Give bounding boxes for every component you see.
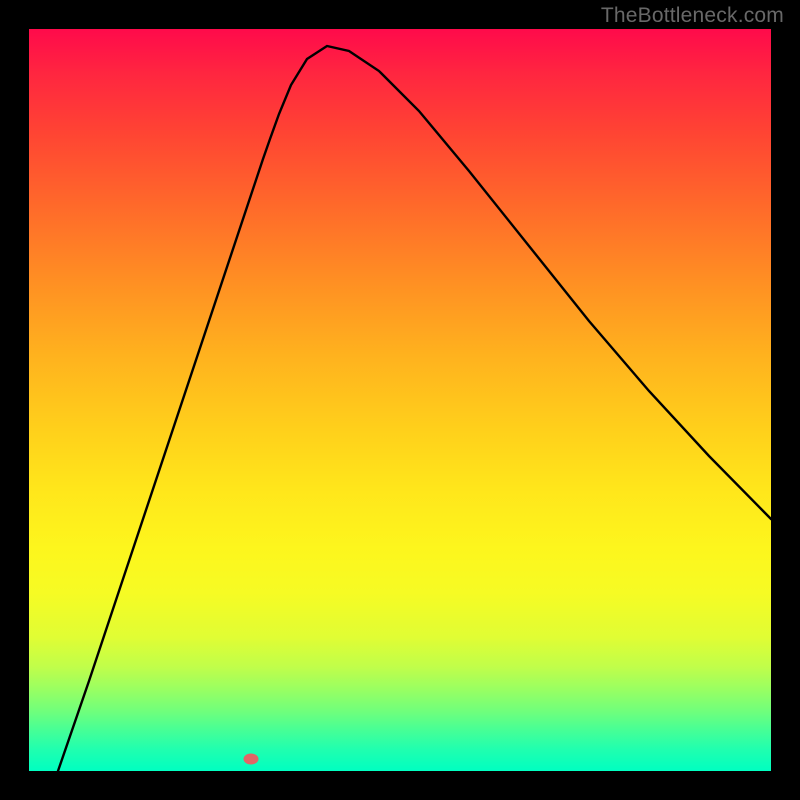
watermark-label: TheBottleneck.com xyxy=(601,4,784,28)
gradient-plot-area xyxy=(29,29,771,771)
bottleneck-curve xyxy=(29,29,771,771)
optimal-point-marker xyxy=(244,754,259,765)
